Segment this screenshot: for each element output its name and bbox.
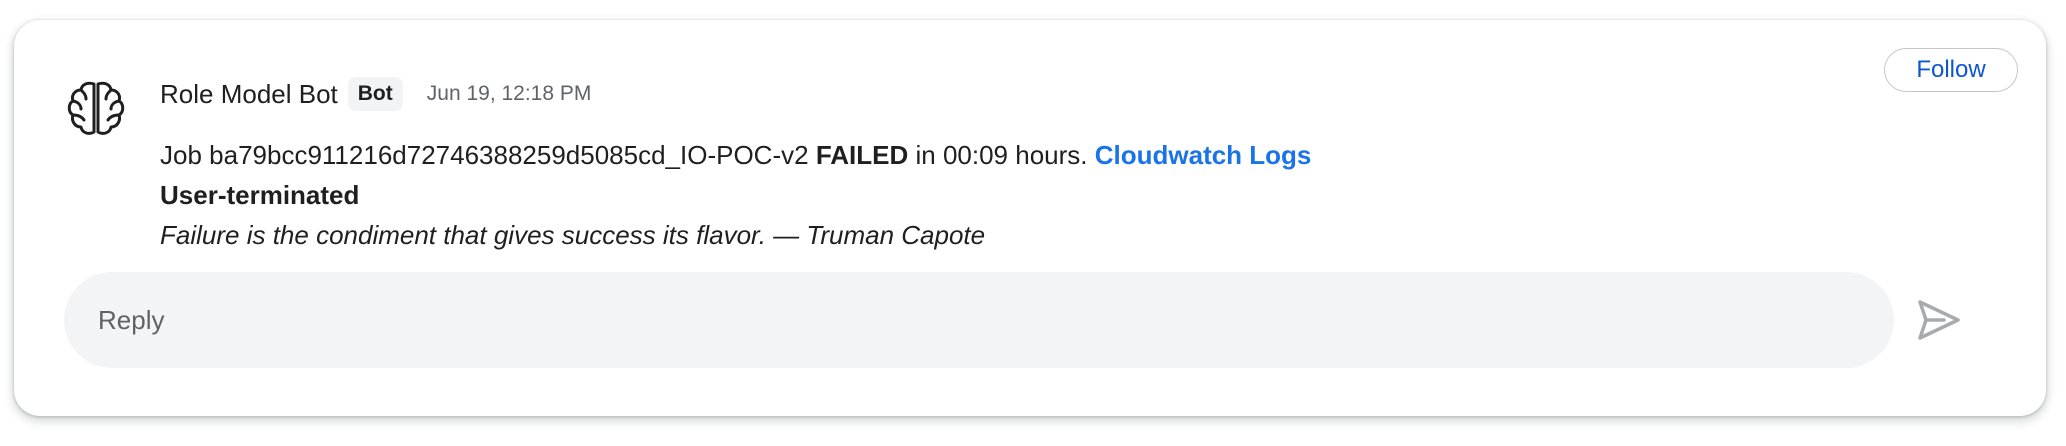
quote-text: Failure is the condiment that gives succ… <box>160 220 986 250</box>
duration-text: in 00:09 hours. <box>908 140 1095 170</box>
cloudwatch-logs-link[interactable]: Cloudwatch Logs <box>1095 140 1312 170</box>
brain-icon <box>64 76 128 140</box>
message-timestamp: Jun 19, 12:18 PM <box>426 82 592 105</box>
message-header: Role Model Bot Bot Jun 19, 12:18 PM <box>160 74 591 114</box>
job-id-text: Job ba79bcc911216d72746388259d5085cd_IO-… <box>160 140 816 170</box>
failed-status: FAILED <box>815 140 909 170</box>
reply-box[interactable] <box>64 272 1894 368</box>
send-icon[interactable] <box>1914 298 1962 342</box>
reply-input[interactable] <box>96 303 1894 337</box>
bot-badge: Bot <box>347 77 403 111</box>
message-card: Role Model Bot Bot Jun 19, 12:18 PM Job … <box>14 20 2046 416</box>
follow-button[interactable]: Follow <box>1884 48 2018 92</box>
sender-name[interactable]: Role Model Bot <box>160 79 338 110</box>
job-status-line: Job ba79bcc911216d72746388259d5085cd_IO-… <box>160 140 1311 171</box>
termination-reason: User-terminated <box>160 180 360 210</box>
